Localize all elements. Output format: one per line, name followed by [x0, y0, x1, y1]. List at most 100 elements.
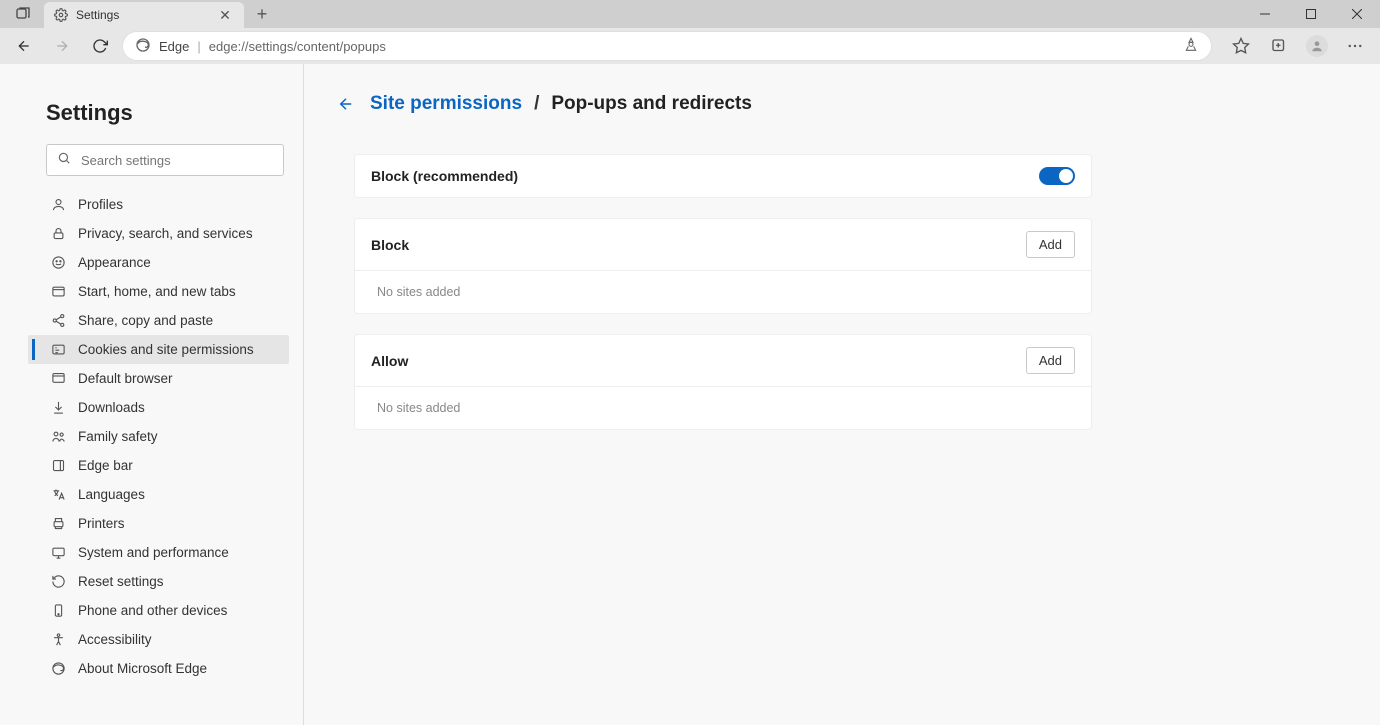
forward-button[interactable] [46, 30, 78, 62]
share-icon [50, 313, 66, 329]
phone-icon [50, 603, 66, 619]
sidebar-item-label: Cookies and site permissions [78, 342, 254, 357]
search-input[interactable] [79, 152, 273, 169]
omnibox-url: edge://settings/content/popups [209, 39, 1175, 54]
sidebar-item-label: Share, copy and paste [78, 313, 213, 328]
sidebar-item-label: Reset settings [78, 574, 164, 589]
sidebar-item-label: Start, home, and new tabs [78, 284, 236, 299]
sidebar-item-family-safety[interactable]: Family safety [28, 422, 289, 451]
breadcrumb-separator: / [534, 93, 539, 115]
block-add-button[interactable]: Add [1026, 231, 1075, 258]
sidebar-item-profiles[interactable]: Profiles [28, 190, 289, 219]
lock-icon [50, 226, 66, 242]
breadcrumb-back-button[interactable] [334, 92, 358, 116]
sidebar-item-languages[interactable]: Languages [28, 480, 289, 509]
block-list-card: Block Add No sites added [354, 218, 1092, 314]
download-icon [50, 400, 66, 416]
browser-icon [50, 371, 66, 387]
toolbar: Edge | edge://settings/content/popups [0, 28, 1380, 64]
accessibility-icon [50, 632, 66, 648]
settings-nav-list: Profiles Privacy, search, and services App… [28, 190, 289, 683]
block-list-header: Block Add [355, 219, 1091, 271]
tab-icon [50, 284, 66, 300]
title-bar-left: Settings ✕ + [0, 0, 276, 28]
new-tab-button[interactable]: + [248, 0, 276, 28]
gear-icon [54, 8, 68, 22]
close-icon[interactable]: ✕ [216, 6, 234, 24]
collections-button[interactable] [1262, 30, 1296, 62]
sidebar-item-label: Edge bar [78, 458, 133, 473]
family-icon [50, 429, 66, 445]
sidebar-item-label: Phone and other devices [78, 603, 227, 618]
block-list-title: Block [371, 237, 409, 253]
sidebar-item-reset-settings[interactable]: Reset settings [28, 567, 289, 596]
search-icon [57, 151, 71, 170]
address-bar[interactable]: Edge | edge://settings/content/popups [122, 31, 1212, 61]
sidebar-item-cookies-and-site-permissions[interactable]: Cookies and site permissions [28, 335, 289, 364]
block-toggle-card: Block (recommended) [354, 154, 1092, 198]
sidebar-item-share-copy-and-paste[interactable]: Share, copy and paste [28, 306, 289, 335]
edge-icon [50, 661, 66, 677]
sidebar-item-label: Downloads [78, 400, 145, 415]
title-bar: Settings ✕ + [0, 0, 1380, 28]
avatar-icon [1306, 35, 1328, 57]
reset-icon [50, 574, 66, 590]
sidebar-item-edge-bar[interactable]: Edge bar [28, 451, 289, 480]
system-icon [50, 545, 66, 561]
sidebar-item-privacy-search-and-services[interactable]: Privacy, search, and services [28, 219, 289, 248]
sidebar-item-label: Appearance [78, 255, 151, 270]
sidebar-item-label: Default browser [78, 371, 173, 386]
sidebar-item-label: About Microsoft Edge [78, 661, 207, 676]
allow-list-card: Allow Add No sites added [354, 334, 1092, 430]
tab-manager-button[interactable] [8, 0, 38, 28]
sidebar-item-label: Profiles [78, 197, 123, 212]
refresh-button[interactable] [84, 30, 116, 62]
edge-icon [135, 37, 151, 56]
minimize-button[interactable] [1242, 0, 1288, 28]
block-toggle-label: Block (recommended) [371, 168, 518, 184]
appearance-icon [50, 255, 66, 271]
more-button[interactable] [1338, 30, 1372, 62]
profile-button[interactable] [1300, 30, 1334, 62]
block-toggle-row: Block (recommended) [355, 155, 1091, 197]
toolbar-actions [1218, 30, 1372, 62]
search-settings[interactable] [46, 144, 284, 176]
printer-icon [50, 516, 66, 532]
settings-main: Site permissions / Pop-ups and redirects… [304, 64, 1380, 725]
sidebar-item-printers[interactable]: Printers [28, 509, 289, 538]
sidebar-item-downloads[interactable]: Downloads [28, 393, 289, 422]
allow-add-button[interactable]: Add [1026, 347, 1075, 374]
cookie-icon [50, 342, 66, 358]
block-list-empty: No sites added [355, 271, 1091, 313]
sidebar-item-system-and-performance[interactable]: System and performance [28, 538, 289, 567]
back-button[interactable] [8, 30, 40, 62]
tab-title: Settings [76, 8, 208, 22]
allow-list-title: Allow [371, 353, 408, 369]
sidebar-item-default-browser[interactable]: Default browser [28, 364, 289, 393]
breadcrumb-parent-link[interactable]: Site permissions [370, 93, 522, 115]
sidebar-item-label: Languages [78, 487, 145, 502]
sidebar-item-label: Printers [78, 516, 125, 531]
close-window-button[interactable] [1334, 0, 1380, 28]
maximize-button[interactable] [1288, 0, 1334, 28]
sidebar-item-start-home-and-new-tabs[interactable]: Start, home, and new tabs [28, 277, 289, 306]
omnibox-brand: Edge [159, 39, 189, 54]
sidebar-item-about-microsoft-edge[interactable]: About Microsoft Edge [28, 654, 289, 683]
read-aloud-icon[interactable] [1183, 37, 1199, 56]
sidebar-item-accessibility[interactable]: Accessibility [28, 625, 289, 654]
sidebar-item-appearance[interactable]: Appearance [28, 248, 289, 277]
profile-icon [50, 197, 66, 213]
sidebar-item-label: System and performance [78, 545, 229, 560]
window-controls [1242, 0, 1380, 28]
sidebar-item-phone-and-other-devices[interactable]: Phone and other devices [28, 596, 289, 625]
separator: | [197, 39, 200, 54]
edgebar-icon [50, 458, 66, 474]
browser-tab[interactable]: Settings ✕ [44, 2, 244, 28]
favorites-button[interactable] [1224, 30, 1258, 62]
sidebar-item-label: Accessibility [78, 632, 152, 647]
block-toggle-switch[interactable] [1039, 167, 1075, 185]
sidebar-item-label: Family safety [78, 429, 158, 444]
allow-list-header: Allow Add [355, 335, 1091, 387]
sidebar-item-label: Privacy, search, and services [78, 226, 253, 241]
settings-content: Settings ProfilesPrivacy, search, and se… [0, 64, 1380, 725]
